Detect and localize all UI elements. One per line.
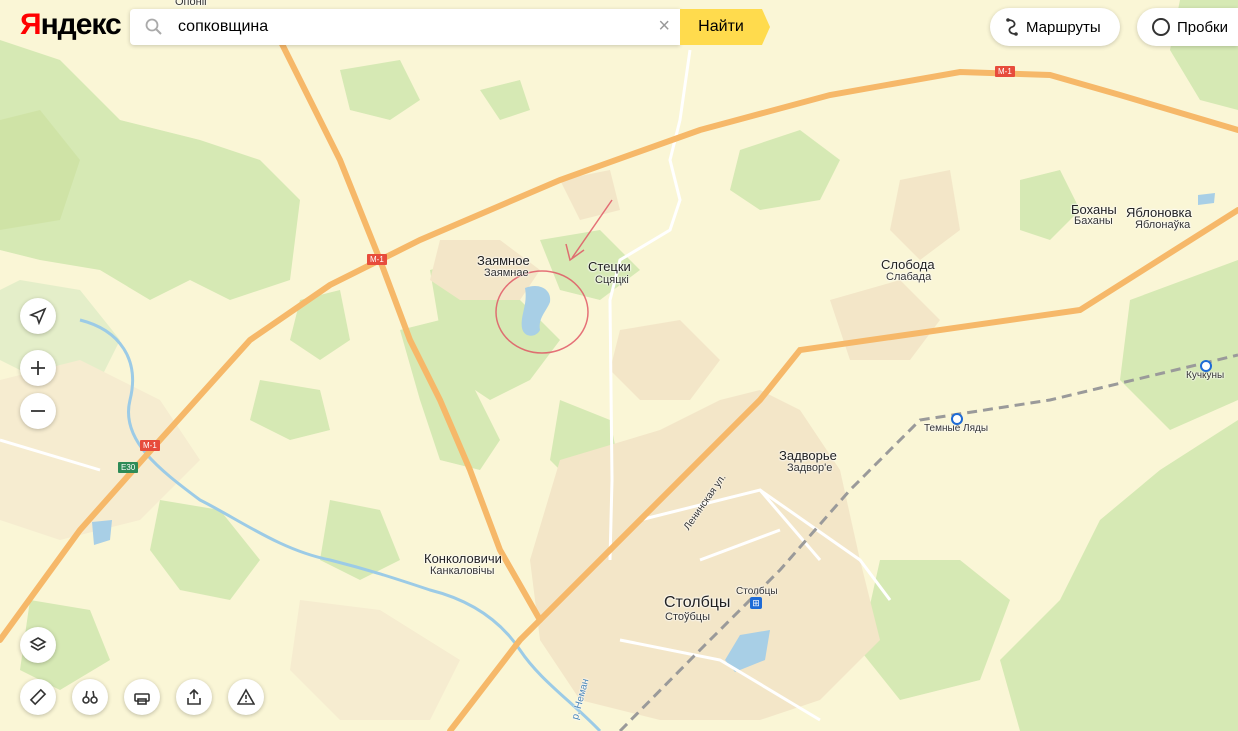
label-sloboda[interactable]: Слобода <box>881 257 935 272</box>
ruler-icon <box>29 688 47 706</box>
traffic-label: Пробки <box>1177 18 1228 36</box>
report-problem-button[interactable] <box>228 679 264 715</box>
layers-button[interactable] <box>20 627 56 663</box>
clear-icon[interactable]: × <box>658 15 670 38</box>
print-button[interactable] <box>124 679 160 715</box>
label-stolbtsy-by: Стоўбцы <box>665 611 710 623</box>
label-zadvorye-by: Задвор'е <box>787 462 833 474</box>
label-yablonovka[interactable]: Яблоновка <box>1126 205 1192 220</box>
top-bar: Яндекс × Найти Маршруты Пробки <box>0 0 1238 54</box>
label-stolbtsy-station: Столбцы <box>736 586 778 597</box>
map-canvas[interactable] <box>0 0 1238 731</box>
routes-label: Маршруты <box>1026 18 1101 36</box>
label-stolbtsy[interactable]: Столбцы <box>664 594 730 612</box>
routes-icon <box>1006 18 1018 36</box>
location-icon <box>29 307 47 325</box>
search-box: × <box>130 9 680 45</box>
search-input[interactable] <box>178 15 638 39</box>
zoom-out-button[interactable] <box>20 393 56 429</box>
railway-station-icon[interactable]: ⊞ <box>750 597 762 609</box>
traffic-icon <box>1152 18 1170 36</box>
find-button[interactable]: Найти <box>680 9 770 45</box>
zoom-in-icon <box>31 361 45 375</box>
traffic-button[interactable]: Пробки <box>1137 8 1238 46</box>
share-icon <box>187 688 201 705</box>
label-konkolovichi[interactable]: Конколовичи <box>424 551 502 566</box>
label-bokhany-by: Баханы <box>1074 215 1113 227</box>
yandex-logo[interactable]: Яндекс <box>20 8 122 42</box>
zoom-in-button[interactable] <box>20 350 56 386</box>
station-marker-kuchkuny[interactable] <box>1200 360 1212 372</box>
my-location-button[interactable] <box>20 298 56 334</box>
layers-icon <box>29 637 47 651</box>
label-zadvorye[interactable]: Задворье <box>779 448 837 463</box>
road-shield-m1: M-1 <box>140 440 160 451</box>
label-yablonovka-by: Яблонаўка <box>1135 219 1191 231</box>
station-marker-temnye-lyady[interactable] <box>951 413 963 425</box>
road-shield-m1: M-1 <box>367 254 387 265</box>
panorama-icon <box>82 690 98 704</box>
search-icon <box>145 18 162 35</box>
label-stetski-by: Сцяцкі <box>595 274 629 286</box>
label-konkolovichi-by: Канкаловічы <box>430 565 495 577</box>
label-stetski[interactable]: Стецки <box>588 259 631 274</box>
ruler-button[interactable] <box>20 679 56 715</box>
warning-icon <box>237 688 255 705</box>
label-zayamnoe[interactable]: Заямное <box>477 253 530 268</box>
panorama-button[interactable] <box>72 679 108 715</box>
label-zayamnoe-by: Заямнае <box>484 267 529 279</box>
label-top-cut: Опоніі <box>175 0 207 8</box>
road-shield-e30: E30 <box>118 462 139 473</box>
print-icon <box>134 693 150 705</box>
share-button[interactable] <box>176 679 212 715</box>
routes-button[interactable]: Маршруты <box>990 8 1120 46</box>
label-sloboda-by: Слабада <box>886 271 932 283</box>
zoom-out-icon <box>31 410 45 412</box>
road-shield-m1: M-1 <box>995 66 1015 77</box>
